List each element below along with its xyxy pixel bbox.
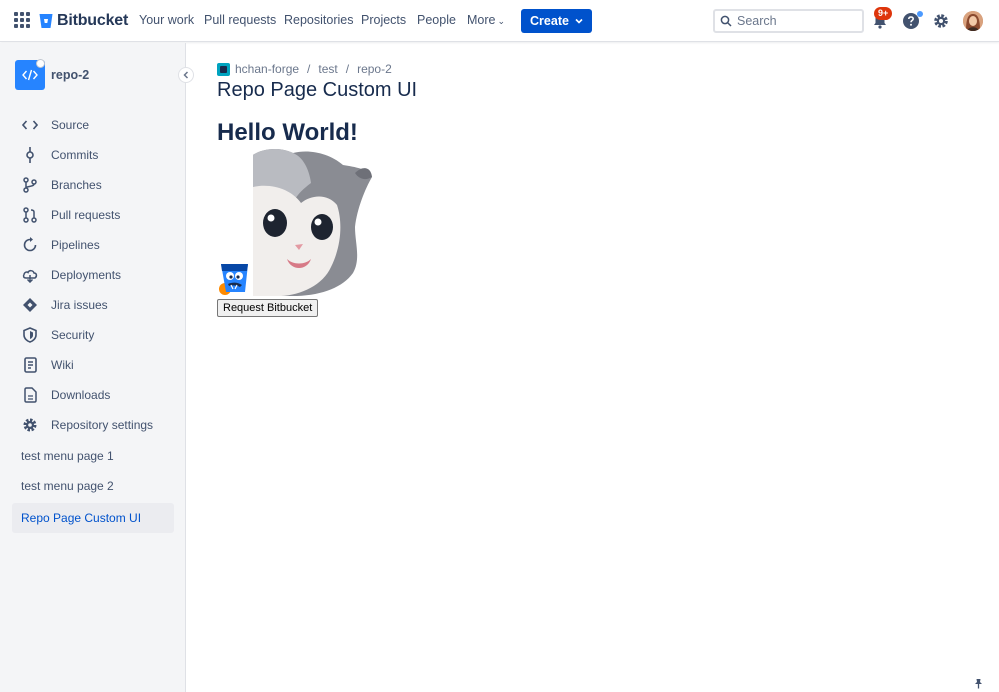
breadcrumb-project[interactable]: test [318, 62, 337, 76]
sidebar-item-repo-page-custom-ui[interactable]: Repo Page Custom UI [12, 503, 174, 533]
sidebar-item-label: Downloads [51, 388, 111, 402]
commit-icon [22, 147, 38, 163]
sidebar-item-label: Security [51, 328, 95, 342]
chevron-down-icon: ⌄ [497, 16, 506, 26]
bitbucket-logo-icon [39, 14, 53, 28]
nav-more-label: More [467, 13, 496, 27]
nav-people[interactable]: People [417, 13, 456, 27]
sidebar-item-label: Deployments [51, 268, 122, 282]
pull-request-icon [22, 207, 38, 223]
private-lock-icon [36, 59, 45, 68]
pin-icon[interactable] [973, 678, 984, 689]
deployments-icon [22, 267, 38, 283]
sidebar-item-deployments[interactable]: Deployments [12, 261, 174, 289]
breadcrumb-workspace[interactable]: hchan-forge [235, 62, 299, 76]
sidebar-item-label: Pull requests [51, 208, 121, 222]
nav-projects[interactable]: Projects [361, 13, 406, 27]
sidebar-item-label: Jira issues [51, 298, 108, 312]
page-title: Repo Page Custom UI [217, 79, 418, 101]
sidebar-item-label: Wiki [51, 358, 74, 372]
sidebar-item-label: Commits [51, 148, 99, 162]
breadcrumb: hchan-forge / test / repo-2 [217, 62, 392, 76]
sidebar-item-label: Source [51, 118, 90, 132]
nav-pull-requests[interactable]: Pull requests [204, 13, 276, 27]
nav-more[interactable]: More ⌄ [467, 13, 505, 27]
hello-heading: Hello World! [217, 119, 358, 146]
sidebar-item-repository-settings[interactable]: Repository settings [12, 411, 174, 439]
sidebar-item-branches[interactable]: Branches [12, 171, 174, 199]
chevron-left-icon [183, 71, 189, 79]
code-icon [22, 117, 38, 133]
sidebar-item-label: Repo Page Custom UI [21, 511, 142, 525]
user-avatar-image [963, 11, 983, 31]
nav-your-work[interactable]: Your work [139, 13, 194, 27]
branch-icon [22, 177, 38, 193]
repository-sidebar: repo-2 Source Commits Branches Pull requ… [0, 43, 194, 692]
sidebar-item-label: Pipelines [51, 238, 100, 252]
workspace-icon [217, 62, 230, 76]
nav-repositories[interactable]: Repositories [284, 13, 353, 27]
user-avatar[interactable] [963, 11, 983, 31]
sidebar-item-label: test menu page 2 [21, 479, 114, 493]
jira-icon [22, 297, 38, 313]
search-input[interactable] [737, 14, 847, 28]
download-icon [22, 387, 38, 403]
sidebar-item-test-menu-page-2[interactable]: test menu page 2 [12, 472, 174, 500]
logo-text: Bitbucket [57, 12, 129, 29]
shield-icon [22, 327, 38, 343]
create-button-label: Create [530, 14, 569, 28]
sidebar-item-wiki[interactable]: Wiki [12, 351, 174, 379]
wiki-icon [22, 357, 38, 373]
sidebar-item-downloads[interactable]: Downloads [12, 381, 174, 409]
collapse-sidebar-button[interactable] [178, 67, 194, 83]
search-icon [720, 15, 732, 27]
sidebar-item-label: Repository settings [51, 418, 154, 432]
sidebar-item-pull-requests[interactable]: Pull requests [12, 201, 174, 229]
breadcrumb-separator: / [307, 62, 311, 76]
bitbucket-mascot-image [219, 264, 248, 295]
sidebar-item-pipelines[interactable]: Pipelines [12, 231, 174, 259]
request-bitbucket-button[interactable]: Request Bitbucket [217, 299, 319, 317]
sidebar-item-label: test menu page 1 [21, 449, 114, 463]
sidebar-item-commits[interactable]: Commits [12, 141, 174, 169]
pipelines-icon [22, 237, 38, 253]
create-button[interactable]: Create [521, 9, 592, 33]
top-navigation: Bitbucket Your work Pull requests Reposi… [0, 0, 999, 42]
settings-gear-icon[interactable] [932, 12, 950, 30]
sidebar-repo-name[interactable]: repo-2 [51, 68, 89, 82]
sidebar-item-security[interactable]: Security [12, 321, 174, 349]
search-box[interactable] [713, 9, 864, 33]
sidebar-item-label: Branches [51, 178, 102, 192]
help-indicator-dot [917, 11, 923, 17]
notification-badge: 9+ [874, 7, 893, 20]
sidebar-item-source[interactable]: Source [12, 111, 174, 139]
sidebar-item-jira-issues[interactable]: Jira issues [12, 291, 174, 319]
breadcrumb-repo[interactable]: repo-2 [357, 62, 392, 76]
gear-icon [22, 417, 38, 433]
bitbucket-logo[interactable]: Bitbucket [39, 11, 128, 31]
code-repo-icon [22, 69, 38, 81]
chevron-down-icon [575, 18, 583, 24]
breadcrumb-separator: / [345, 62, 350, 76]
app-switcher-icon[interactable] [14, 12, 30, 28]
sidebar-item-test-menu-page-1[interactable]: test menu page 1 [12, 442, 174, 470]
kitten-image [253, 148, 372, 296]
